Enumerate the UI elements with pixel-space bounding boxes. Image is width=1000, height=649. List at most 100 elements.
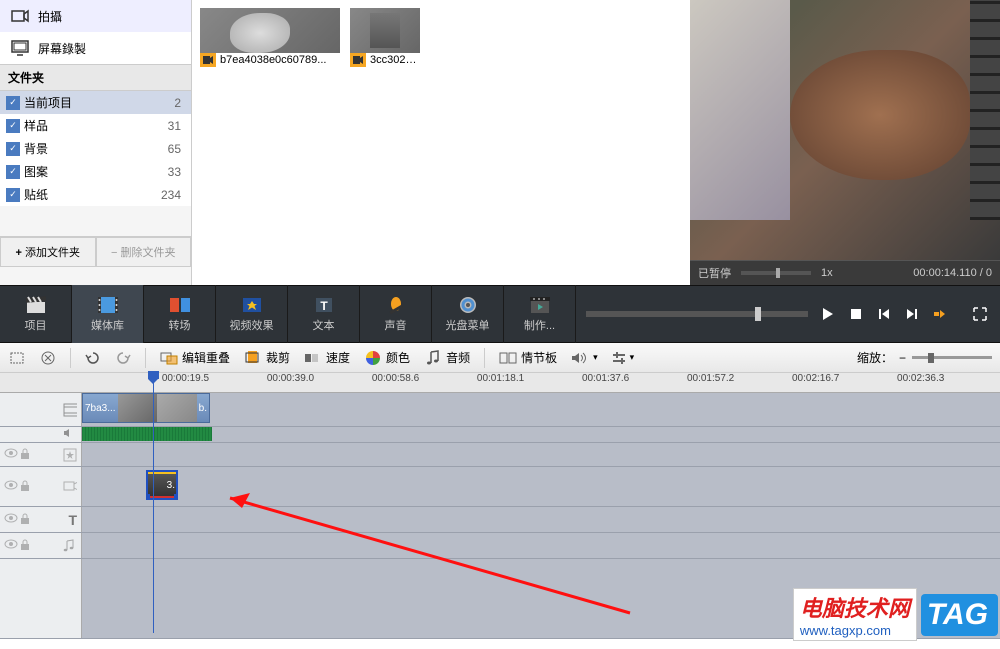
folder-count: 234: [161, 188, 181, 202]
speed-slider[interactable]: [741, 271, 811, 275]
step-button[interactable]: [930, 304, 950, 324]
speed-button[interactable]: 速度: [304, 349, 350, 367]
nav-produce[interactable]: 制作...: [504, 285, 576, 343]
folder-item[interactable]: ✓ 背景 65: [0, 137, 191, 160]
tool-cut-button[interactable]: [8, 350, 26, 366]
screen-record-button[interactable]: 屏幕錄製: [0, 32, 191, 64]
eye-icon: [4, 513, 18, 527]
text-track-head[interactable]: T: [0, 507, 82, 532]
playhead[interactable]: [153, 373, 154, 633]
nav-text[interactable]: T 文本: [288, 285, 360, 343]
thumb-filename: b7ea4038e0c60789...: [220, 54, 340, 66]
storyboard-button[interactable]: 情节板: [499, 349, 557, 367]
screen-record-label: 屏幕錄製: [38, 40, 86, 57]
nav-label: 视频效果: [230, 317, 274, 333]
music-track[interactable]: [82, 533, 1000, 558]
folder-item-current[interactable]: ✓ 当前项目 2: [0, 91, 191, 114]
settings-button[interactable]: ▾: [612, 351, 635, 365]
nav-label: 转场: [169, 317, 191, 333]
nav-disc[interactable]: 光盘菜单: [432, 285, 504, 343]
check-icon: ✓: [6, 96, 20, 110]
zoom-slider[interactable]: [912, 356, 992, 359]
color-icon: [364, 349, 382, 367]
check-icon: ✓: [6, 165, 20, 179]
color-button[interactable]: 颜色: [364, 349, 410, 367]
tool-delete-button[interactable]: [40, 350, 56, 366]
zoom-out-button[interactable]: −: [899, 351, 906, 365]
edit-overlap-button[interactable]: 编辑重叠: [160, 349, 230, 367]
mic-icon: [384, 295, 408, 315]
ruler-tick: 00:02:36.3: [895, 373, 1000, 392]
overlap-icon: [160, 349, 178, 367]
nav-label: 文本: [313, 317, 335, 333]
folder-name: 图案: [24, 163, 168, 180]
watermark-title: 电脑技术网: [800, 591, 910, 623]
folder-name: 当前项目: [24, 94, 174, 111]
video-track[interactable]: 7ba3... b.: [82, 393, 1000, 426]
folder-count: 31: [168, 119, 181, 133]
audio-track-head[interactable]: [0, 427, 82, 442]
video-clip-selected[interactable]: 3.: [146, 470, 178, 500]
check-icon: ✓: [6, 119, 20, 133]
redo-button[interactable]: [115, 351, 131, 365]
lock-icon: [20, 539, 34, 553]
crop-button[interactable]: 裁剪: [244, 349, 290, 367]
nav-effects[interactable]: 视频效果: [216, 285, 288, 343]
produce-icon: [528, 295, 552, 315]
video2-track[interactable]: 3.: [82, 467, 1000, 506]
video2-track-head[interactable]: [0, 467, 82, 506]
scrub-slider[interactable]: [586, 311, 808, 317]
preview-video[interactable]: [690, 0, 1000, 260]
play-button[interactable]: [818, 304, 838, 324]
audio-track[interactable]: [82, 427, 1000, 442]
audio-button[interactable]: 音频: [424, 349, 470, 367]
eye-icon: [4, 448, 18, 462]
folder-count: 65: [168, 142, 181, 156]
nav-media[interactable]: 媒体库: [72, 285, 144, 343]
folder-name: 贴纸: [24, 186, 161, 203]
overlay-track[interactable]: [82, 443, 1000, 466]
ruler-tick: 00:00:58.6: [370, 373, 475, 392]
nav-bar: 项目 媒体库 转场 视频效果 T 文本 声音 光盘菜单 制作...: [0, 285, 1000, 343]
nav-audio[interactable]: 声音: [360, 285, 432, 343]
sidebar: 拍攝 屏幕錄製 文件夹 ✓ 当前项目 2 ✓ 样品 31 ✓ 背景 65: [0, 0, 192, 285]
ruler-tick: 00:01:18.1: [475, 373, 580, 392]
folder-count: 2: [174, 96, 181, 110]
text-track[interactable]: [82, 507, 1000, 532]
media-library: b7ea4038e0c60789... 3cc302532830f61c4...: [192, 0, 690, 285]
add-folder-button[interactable]: + 添加文件夹: [0, 237, 96, 267]
video-clip[interactable]: 7ba3... b.: [82, 393, 210, 423]
clapper-icon: [24, 295, 48, 315]
volume-button[interactable]: ▾: [571, 351, 598, 365]
next-button[interactable]: [902, 304, 922, 324]
folder-item[interactable]: ✓ 样品 31: [0, 114, 191, 137]
ruler-tick: 00:01:57.2: [685, 373, 790, 392]
music-track-head[interactable]: [0, 533, 82, 558]
nav-project[interactable]: 项目: [0, 285, 72, 343]
transition-icon: [168, 295, 192, 315]
camera-icon: [10, 6, 30, 26]
audio-clip[interactable]: [82, 427, 212, 441]
video-track-head[interactable]: [0, 393, 82, 426]
speed-icon: [304, 349, 322, 367]
folder-item[interactable]: ✓ 图案 33: [0, 160, 191, 183]
nav-label: 媒体库: [91, 317, 124, 333]
media-thumb[interactable]: 3cc302532830f61c4...: [350, 8, 420, 67]
folder-item[interactable]: ✓ 贴纸 234: [0, 183, 191, 206]
ruler-tick: 00:01:37.6: [580, 373, 685, 392]
zoom-label: 缩放：: [857, 349, 893, 366]
undo-button[interactable]: [85, 351, 101, 365]
lock-icon: [20, 448, 34, 462]
media-thumb[interactable]: b7ea4038e0c60789...: [200, 8, 340, 67]
fx-icon: [240, 295, 264, 315]
overlay-track-head[interactable]: [0, 443, 82, 466]
prev-button[interactable]: [874, 304, 894, 324]
fullscreen-button[interactable]: [970, 304, 990, 324]
capture-button[interactable]: 拍攝: [0, 0, 191, 32]
delete-folder-button[interactable]: − 删除文件夹: [96, 237, 192, 267]
music-icon: [424, 349, 442, 367]
lock-icon: [20, 513, 34, 527]
nav-transition[interactable]: 转场: [144, 285, 216, 343]
eye-icon: [4, 539, 18, 553]
stop-button[interactable]: [846, 304, 866, 324]
